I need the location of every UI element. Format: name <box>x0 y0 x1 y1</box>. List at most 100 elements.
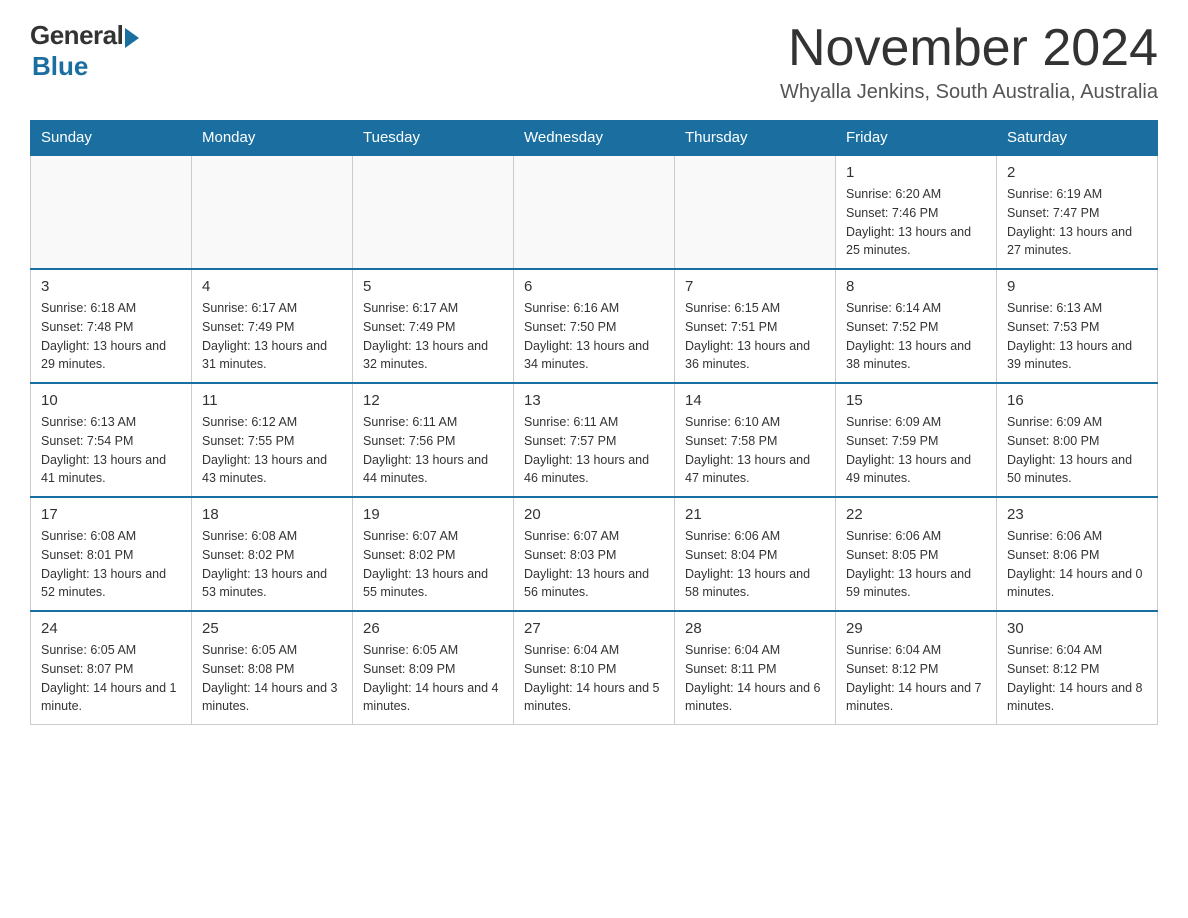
calendar-cell: 8 Sunrise: 6:14 AM Sunset: 7:52 PM Daylig… <box>836 269 997 383</box>
day-number: 12 <box>363 392 503 409</box>
day-number: 21 <box>685 506 825 523</box>
calendar-cell: 20 Sunrise: 6:07 AM Sunset: 8:03 PM Dayli… <box>514 497 675 611</box>
day-number: 11 <box>202 392 342 409</box>
day-number: 7 <box>685 278 825 295</box>
calendar-cell: 30Sunrise: 6:04 AM Sunset: 8:12 PM Dayli… <box>997 611 1158 725</box>
header-row: SundayMondayTuesdayWednesdayThursdayFrid… <box>31 121 1158 156</box>
day-number: 13 <box>524 392 664 409</box>
day-info: Sunrise: 6:15 AM Sunset: 7:51 PM Dayligh… <box>685 299 825 374</box>
day-number: 5 <box>363 278 503 295</box>
day-number: 19 <box>363 506 503 523</box>
day-number: 2 <box>1007 164 1147 181</box>
week-row-2: 3Sunrise: 6:18 AM Sunset: 7:48 PM Daylig… <box>31 269 1158 383</box>
calendar-cell: 22 Sunrise: 6:06 AM Sunset: 8:05 PM Dayli… <box>836 497 997 611</box>
day-number: 9 <box>1007 278 1147 295</box>
calendar-header: SundayMondayTuesdayWednesdayThursdayFrid… <box>31 121 1158 156</box>
day-info: Sunrise: 6:14 AM Sunset: 7:52 PM Dayligh… <box>846 299 986 374</box>
day-number: 23 <box>1007 506 1147 523</box>
calendar-cell: 11 Sunrise: 6:12 AM Sunset: 7:55 PM Dayli… <box>192 383 353 497</box>
day-number: 29 <box>846 620 986 637</box>
calendar-cell: 23 Sunrise: 6:06 AM Sunset: 8:06 PM Dayli… <box>997 497 1158 611</box>
day-info: Sunrise: 6:10 AM Sunset: 7:58 PM Dayligh… <box>685 413 825 488</box>
calendar-cell: 1 Sunrise: 6:20 AM Sunset: 7:46 PM Daylig… <box>836 155 997 269</box>
day-info: Sunrise: 6:13 AM Sunset: 7:53 PM Dayligh… <box>1007 299 1147 374</box>
day-info: Sunrise: 6:06 AM Sunset: 8:04 PM Dayligh… <box>685 527 825 602</box>
day-info: Sunrise: 6:07 AM Sunset: 8:03 PM Dayligh… <box>524 527 664 602</box>
calendar-body: 1 Sunrise: 6:20 AM Sunset: 7:46 PM Daylig… <box>31 155 1158 725</box>
header-tuesday: Tuesday <box>353 121 514 156</box>
day-number: 17 <box>41 506 181 523</box>
day-number: 26 <box>363 620 503 637</box>
day-number: 22 <box>846 506 986 523</box>
day-info: Sunrise: 6:06 AM Sunset: 8:05 PM Dayligh… <box>846 527 986 602</box>
day-info: Sunrise: 6:05 AM Sunset: 8:07 PM Dayligh… <box>41 641 181 716</box>
week-row-1: 1 Sunrise: 6:20 AM Sunset: 7:46 PM Daylig… <box>31 155 1158 269</box>
header-monday: Monday <box>192 121 353 156</box>
week-row-3: 10 Sunrise: 6:13 AM Sunset: 7:54 PM Dayli… <box>31 383 1158 497</box>
calendar-cell <box>192 155 353 269</box>
week-row-5: 24 Sunrise: 6:05 AM Sunset: 8:07 PM Dayli… <box>31 611 1158 725</box>
day-number: 20 <box>524 506 664 523</box>
day-info: Sunrise: 6:04 AM Sunset: 8:11 PM Dayligh… <box>685 641 825 716</box>
calendar-cell: 5 Sunrise: 6:17 AM Sunset: 7:49 PM Daylig… <box>353 269 514 383</box>
day-info: Sunrise: 6:09 AM Sunset: 8:00 PM Dayligh… <box>1007 413 1147 488</box>
day-info: Sunrise: 6:08 AM Sunset: 8:02 PM Dayligh… <box>202 527 342 602</box>
calendar-cell <box>31 155 192 269</box>
header-thursday: Thursday <box>675 121 836 156</box>
calendar-cell: 26 Sunrise: 6:05 AM Sunset: 8:09 PM Dayli… <box>353 611 514 725</box>
calendar-cell: 25 Sunrise: 6:05 AM Sunset: 8:08 PM Dayli… <box>192 611 353 725</box>
calendar-cell: 12 Sunrise: 6:11 AM Sunset: 7:56 PM Dayli… <box>353 383 514 497</box>
day-info: Sunrise: 6:11 AM Sunset: 7:57 PM Dayligh… <box>524 413 664 488</box>
day-info: Sunrise: 6:13 AM Sunset: 7:54 PM Dayligh… <box>41 413 181 488</box>
calendar-cell: 10 Sunrise: 6:13 AM Sunset: 7:54 PM Dayli… <box>31 383 192 497</box>
calendar-cell: 7 Sunrise: 6:15 AM Sunset: 7:51 PM Daylig… <box>675 269 836 383</box>
calendar-cell: 27Sunrise: 6:04 AM Sunset: 8:10 PM Dayli… <box>514 611 675 725</box>
calendar-cell: 16 Sunrise: 6:09 AM Sunset: 8:00 PM Dayli… <box>997 383 1158 497</box>
day-number: 30 <box>1007 620 1147 637</box>
day-info: Sunrise: 6:17 AM Sunset: 7:49 PM Dayligh… <box>363 299 503 374</box>
day-number: 27 <box>524 620 664 637</box>
calendar-cell: 13 Sunrise: 6:11 AM Sunset: 7:57 PM Dayli… <box>514 383 675 497</box>
logo: General Blue <box>30 20 139 82</box>
calendar-cell: 19 Sunrise: 6:07 AM Sunset: 8:02 PM Dayli… <box>353 497 514 611</box>
day-info: Sunrise: 6:05 AM Sunset: 8:08 PM Dayligh… <box>202 641 342 716</box>
day-info: Sunrise: 6:11 AM Sunset: 7:56 PM Dayligh… <box>363 413 503 488</box>
calendar-cell <box>353 155 514 269</box>
calendar-cell: 18 Sunrise: 6:08 AM Sunset: 8:02 PM Dayli… <box>192 497 353 611</box>
day-number: 8 <box>846 278 986 295</box>
day-number: 28 <box>685 620 825 637</box>
day-number: 10 <box>41 392 181 409</box>
calendar-cell <box>514 155 675 269</box>
day-number: 14 <box>685 392 825 409</box>
calendar-cell: 6Sunrise: 6:16 AM Sunset: 7:50 PM Daylig… <box>514 269 675 383</box>
day-number: 25 <box>202 620 342 637</box>
day-number: 18 <box>202 506 342 523</box>
day-info: Sunrise: 6:08 AM Sunset: 8:01 PM Dayligh… <box>41 527 181 602</box>
day-info: Sunrise: 6:04 AM Sunset: 8:12 PM Dayligh… <box>846 641 986 716</box>
calendar-table: SundayMondayTuesdayWednesdayThursdayFrid… <box>30 120 1158 725</box>
day-info: Sunrise: 6:06 AM Sunset: 8:06 PM Dayligh… <box>1007 527 1147 602</box>
title-area: November 2024 Whyalla Jenkins, South Aus… <box>780 20 1158 104</box>
calendar-cell: 9 Sunrise: 6:13 AM Sunset: 7:53 PM Daylig… <box>997 269 1158 383</box>
day-info: Sunrise: 6:19 AM Sunset: 7:47 PM Dayligh… <box>1007 185 1147 260</box>
calendar-cell <box>675 155 836 269</box>
calendar-cell: 15Sunrise: 6:09 AM Sunset: 7:59 PM Dayli… <box>836 383 997 497</box>
day-number: 15 <box>846 392 986 409</box>
day-info: Sunrise: 6:12 AM Sunset: 7:55 PM Dayligh… <box>202 413 342 488</box>
day-info: Sunrise: 6:05 AM Sunset: 8:09 PM Dayligh… <box>363 641 503 716</box>
calendar-cell: 2 Sunrise: 6:19 AM Sunset: 7:47 PM Daylig… <box>997 155 1158 269</box>
header-sunday: Sunday <box>31 121 192 156</box>
header-wednesday: Wednesday <box>514 121 675 156</box>
day-info: Sunrise: 6:07 AM Sunset: 8:02 PM Dayligh… <box>363 527 503 602</box>
day-number: 16 <box>1007 392 1147 409</box>
day-number: 1 <box>846 164 986 181</box>
page-title: November 2024 <box>780 20 1158 77</box>
day-info: Sunrise: 6:17 AM Sunset: 7:49 PM Dayligh… <box>202 299 342 374</box>
day-number: 24 <box>41 620 181 637</box>
logo-general-text: General <box>30 20 123 51</box>
header-saturday: Saturday <box>997 121 1158 156</box>
header: General Blue November 2024 Whyalla Jenki… <box>30 20 1158 104</box>
day-info: Sunrise: 6:20 AM Sunset: 7:46 PM Dayligh… <box>846 185 986 260</box>
calendar-cell: 21 Sunrise: 6:06 AM Sunset: 8:04 PM Dayli… <box>675 497 836 611</box>
day-info: Sunrise: 6:16 AM Sunset: 7:50 PM Dayligh… <box>524 299 664 374</box>
